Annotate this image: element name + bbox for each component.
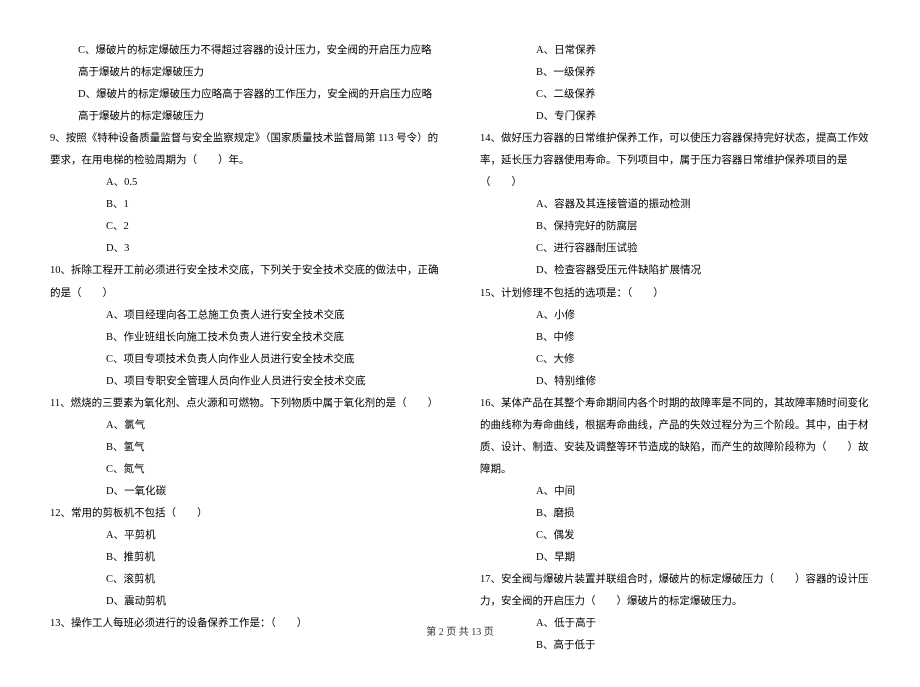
q11-option-a: A、氯气	[50, 415, 440, 437]
q12-text: 12、常用的剪板机不包括（ ）	[50, 503, 440, 525]
q14-option-c: C、进行容器耐压试验	[480, 238, 870, 260]
q9-text: 9、按照《特种设备质量监督与安全监察规定》（国家质量技术监督局第 113 号令）…	[50, 128, 440, 172]
q13-option-c: C、二级保养	[480, 84, 870, 106]
q15-option-c: C、大修	[480, 349, 870, 371]
q10-option-b: B、作业班组长向施工技术负责人进行安全技术交底	[50, 327, 440, 349]
q15-option-b: B、中修	[480, 327, 870, 349]
q14-option-d: D、检查容器受压元件缺陷扩展情况	[480, 260, 870, 282]
right-column: A、日常保养 B、一级保养 C、二级保养 D、专门保养 14、做好压力容器的日常…	[480, 40, 870, 657]
q15-text: 15、计划修理不包括的选项是：（ ）	[480, 283, 870, 305]
q12-option-b: B、推剪机	[50, 547, 440, 569]
q8-option-c: C、爆破片的标定爆破压力不得超过容器的设计压力，安全阀的开启压力应略高于爆破片的…	[50, 40, 440, 84]
page-footer: 第 2 页 共 13 页	[0, 623, 920, 638]
q12-option-a: A、平剪机	[50, 525, 440, 547]
q12-option-c: C、滚剪机	[50, 569, 440, 591]
q11-option-c: C、氮气	[50, 459, 440, 481]
q15-option-d: D、特别维修	[480, 371, 870, 393]
q16-option-d: D、早期	[480, 547, 870, 569]
q10-option-d: D、项目专职安全管理人员向作业人员进行安全技术交底	[50, 371, 440, 393]
q9-option-c: C、2	[50, 216, 440, 238]
q16-text: 16、某体产品在其整个寿命期间内各个时期的故障率是不同的，其故障率随时间变化的曲…	[480, 393, 870, 481]
q17-text: 17、安全阀与爆破片装置并联组合时，爆破片的标定爆破压力（ ）容器的设计压力，安…	[480, 569, 870, 613]
q10-option-a: A、项目经理向各工总施工负责人进行安全技术交底	[50, 305, 440, 327]
q17-option-b: B、高于低于	[480, 635, 870, 657]
q16-option-c: C、偶发	[480, 525, 870, 547]
q10-option-c: C、项目专项技术负责人向作业人员进行安全技术交底	[50, 349, 440, 371]
q11-option-b: B、氢气	[50, 437, 440, 459]
q15-option-a: A、小修	[480, 305, 870, 327]
q13-option-a: A、日常保养	[480, 40, 870, 62]
q11-text: 11、燃烧的三要素为氧化剂、点火源和可燃物。下列物质中属于氧化剂的是（ ）	[50, 393, 440, 415]
q8-option-d: D、爆破片的标定爆破压力应略高于容器的工作压力，安全阀的开启压力应略高于爆破片的…	[50, 84, 440, 128]
q9-option-b: B、1	[50, 194, 440, 216]
q14-option-a: A、容器及其连接管道的振动检测	[480, 194, 870, 216]
page-content: C、爆破片的标定爆破压力不得超过容器的设计压力，安全阀的开启压力应略高于爆破片的…	[0, 0, 920, 687]
left-column: C、爆破片的标定爆破压力不得超过容器的设计压力，安全阀的开启压力应略高于爆破片的…	[50, 40, 440, 657]
q16-option-a: A、中间	[480, 481, 870, 503]
q10-text: 10、拆除工程开工前必须进行安全技术交底，下列关于安全技术交底的做法中，正确的是…	[50, 260, 440, 304]
q14-text: 14、做好压力容器的日常维护保养工作，可以使压力容器保持完好状态，提高工作效率，…	[480, 128, 870, 194]
q14-option-b: B、保持完好的防腐层	[480, 216, 870, 238]
q11-option-d: D、一氧化碳	[50, 481, 440, 503]
q9-option-a: A、0.5	[50, 172, 440, 194]
q13-option-b: B、一级保养	[480, 62, 870, 84]
q16-option-b: B、磨损	[480, 503, 870, 525]
q13-option-d: D、专门保养	[480, 106, 870, 128]
q12-option-d: D、震动剪机	[50, 591, 440, 613]
q9-option-d: D、3	[50, 238, 440, 260]
